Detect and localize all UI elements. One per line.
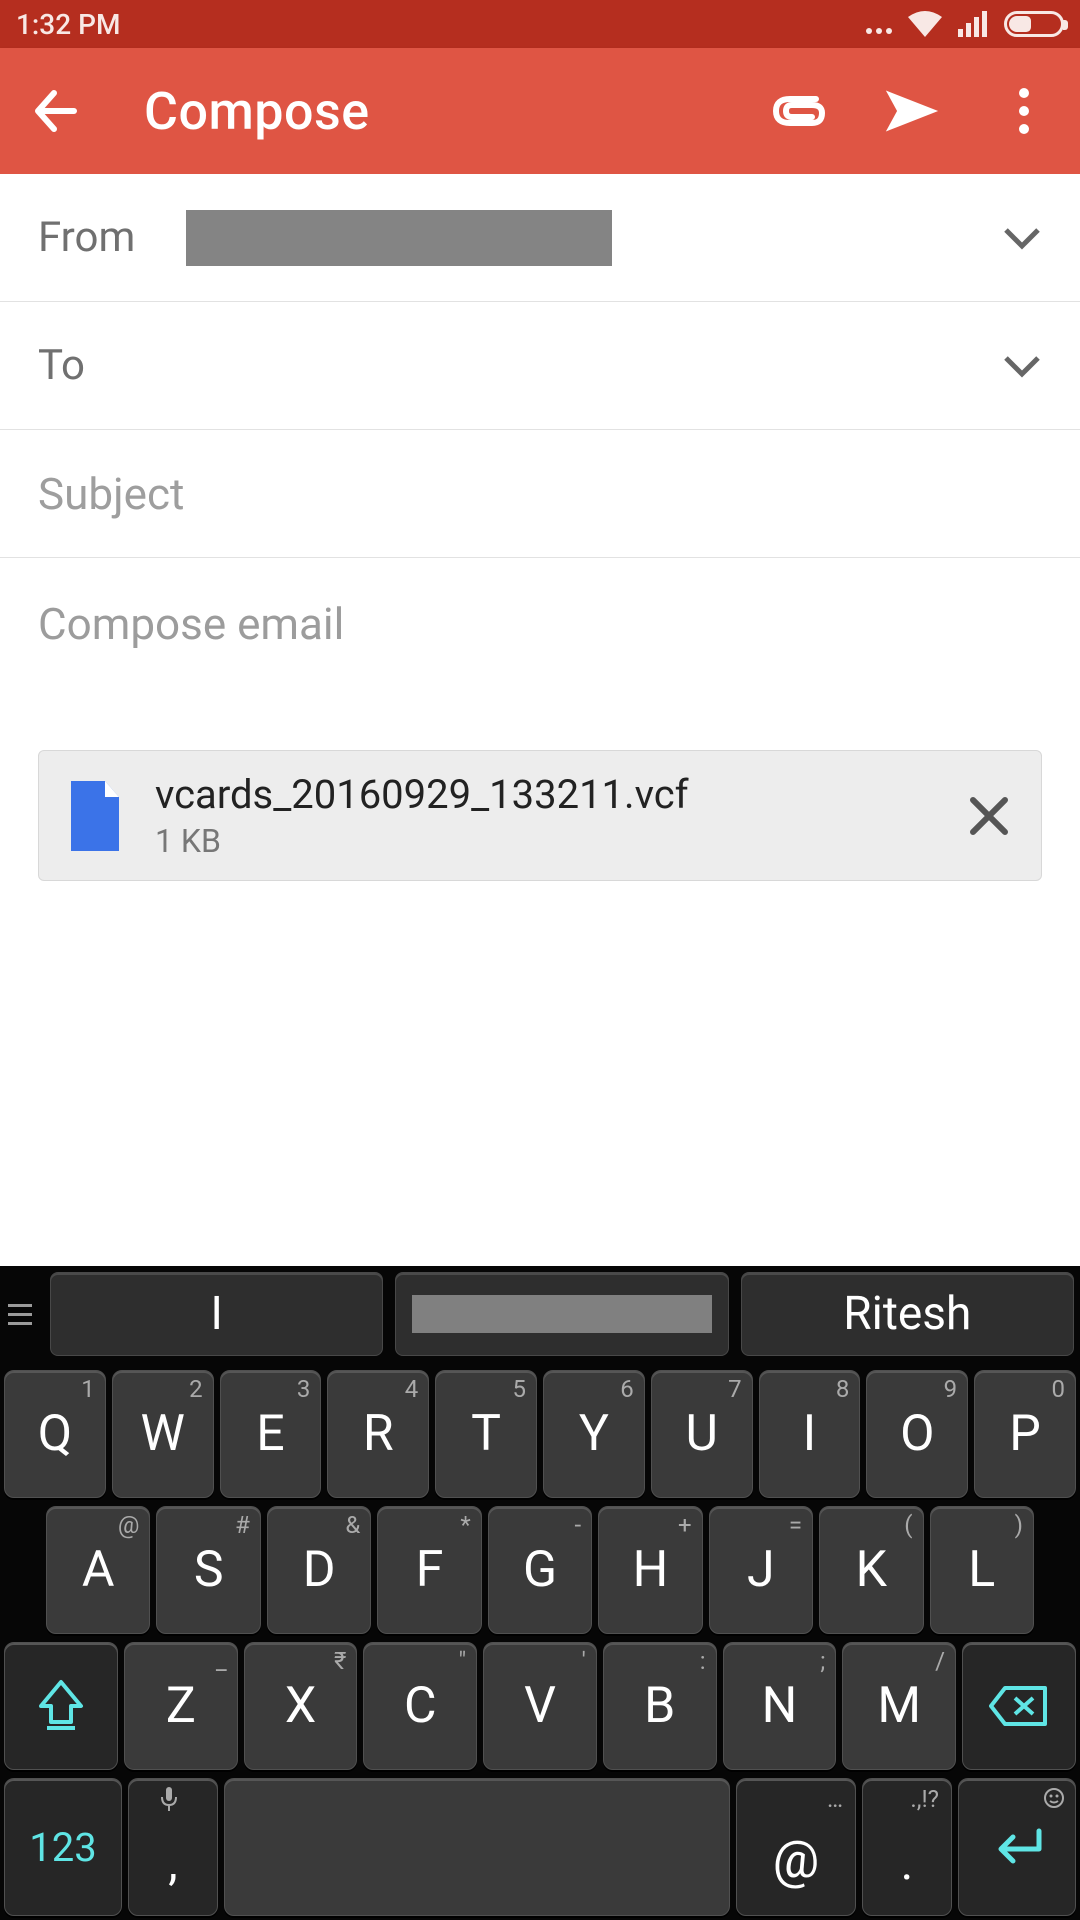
- to-row[interactable]: To: [0, 302, 1080, 430]
- send-button[interactable]: [884, 83, 940, 139]
- soft-keyboard: I Ritesh Q1W2E3R4T5Y6U7I8O9P0 A@S#D&F*G-…: [0, 1266, 1080, 1920]
- key-p[interactable]: P0: [974, 1370, 1076, 1498]
- key-a[interactable]: A@: [46, 1506, 150, 1634]
- key-m[interactable]: M/: [842, 1642, 956, 1770]
- cellular-icon: [958, 11, 988, 37]
- from-value-redacted: [186, 210, 612, 266]
- app-bar: Compose: [0, 48, 1080, 174]
- status-icons: [866, 11, 1064, 37]
- key-e[interactable]: E3: [220, 1370, 322, 1498]
- key-symbols[interactable]: 123: [4, 1778, 122, 1916]
- key-t[interactable]: T5: [435, 1370, 537, 1498]
- body-input[interactable]: Compose email: [38, 598, 1042, 650]
- key-w[interactable]: W2: [112, 1370, 214, 1498]
- key-space[interactable]: [224, 1778, 730, 1916]
- key-b[interactable]: B:: [603, 1642, 717, 1770]
- keyboard-menu-icon[interactable]: [6, 1272, 38, 1356]
- suggestion-center[interactable]: [395, 1272, 728, 1356]
- key-y[interactable]: Y6: [543, 1370, 645, 1498]
- status-bar: 1:32 PM: [0, 0, 1080, 48]
- subject-row[interactable]: Subject: [0, 430, 1080, 558]
- key-k[interactable]: K(: [819, 1506, 923, 1634]
- key-q[interactable]: Q1: [4, 1370, 106, 1498]
- key-x[interactable]: X₹: [244, 1642, 358, 1770]
- ellipsis-icon: [866, 14, 892, 34]
- suggestion-left[interactable]: I: [50, 1272, 383, 1356]
- key-r[interactable]: R4: [327, 1370, 429, 1498]
- key-d[interactable]: D&: [267, 1506, 371, 1634]
- file-icon: [67, 781, 123, 851]
- suggestion-redacted: [412, 1295, 712, 1333]
- mic-icon: [160, 1787, 178, 1811]
- emoji-icon: [1043, 1787, 1065, 1809]
- wifi-icon: [908, 11, 942, 37]
- attachment-name: vcards_20160929_133211.vcf: [155, 771, 933, 818]
- key-h[interactable]: H+: [598, 1506, 702, 1634]
- key-u[interactable]: U7: [651, 1370, 753, 1498]
- key-o[interactable]: O9: [866, 1370, 968, 1498]
- page-title: Compose: [124, 81, 728, 142]
- key-at[interactable]: @ …: [736, 1778, 856, 1916]
- key-j[interactable]: J=: [709, 1506, 813, 1634]
- attachment-size: 1 KB: [155, 822, 933, 860]
- body-area[interactable]: Compose email: [0, 558, 1080, 650]
- battery-icon: [1004, 11, 1064, 37]
- suggestion-right[interactable]: Ritesh: [741, 1272, 1074, 1356]
- key-backspace[interactable]: [962, 1642, 1076, 1770]
- from-label: From: [38, 213, 186, 262]
- attach-button[interactable]: [772, 83, 828, 139]
- from-row[interactable]: From: [0, 174, 1080, 302]
- compose-content: From To Subject Compose email vcards_201…: [0, 174, 1080, 1920]
- clock-text: 1:32 PM: [16, 8, 120, 41]
- key-g[interactable]: G-: [488, 1506, 592, 1634]
- from-chevron-down-icon[interactable]: [1002, 226, 1042, 250]
- attachment-chip[interactable]: vcards_20160929_133211.vcf 1 KB: [38, 750, 1042, 881]
- key-comma[interactable]: ,: [128, 1778, 218, 1916]
- key-enter[interactable]: [958, 1778, 1076, 1916]
- key-s[interactable]: S#: [156, 1506, 260, 1634]
- key-shift[interactable]: [4, 1642, 118, 1770]
- key-n[interactable]: N;: [723, 1642, 837, 1770]
- to-chevron-down-icon[interactable]: [1002, 354, 1042, 378]
- key-i[interactable]: I8: [759, 1370, 861, 1498]
- subject-input[interactable]: Subject: [38, 468, 184, 520]
- key-v[interactable]: V': [483, 1642, 597, 1770]
- key-f[interactable]: F*: [377, 1506, 481, 1634]
- key-z[interactable]: Z_: [124, 1642, 238, 1770]
- key-c[interactable]: C": [363, 1642, 477, 1770]
- to-label: To: [38, 341, 85, 390]
- remove-attachment-button[interactable]: [965, 792, 1013, 840]
- back-button[interactable]: [28, 85, 80, 137]
- overflow-button[interactable]: [996, 83, 1052, 139]
- key-l[interactable]: L): [930, 1506, 1034, 1634]
- key-period[interactable]: . .,!?: [862, 1778, 952, 1916]
